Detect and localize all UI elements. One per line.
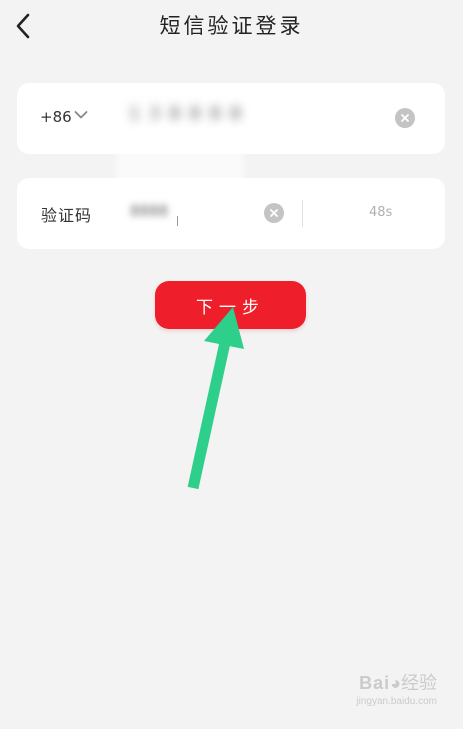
text-caret [177, 216, 178, 226]
watermark-brand: Bai [359, 673, 391, 693]
clear-circle-icon [401, 114, 409, 122]
sms-login-screen: 短信验证登录 +86 1 3 8 8 8 8 验证码 8888 48s 下一步 [0, 0, 463, 729]
clear-phone-button[interactable] [395, 108, 415, 128]
phone-number-field[interactable]: 1 3 8 8 8 8 [129, 104, 243, 134]
verification-code-field[interactable]: 8888 [130, 202, 168, 220]
next-step-button[interactable]: 下一步 [155, 281, 306, 329]
clear-code-button[interactable] [264, 203, 284, 223]
phone-input-card: +86 1 3 8 8 8 8 [17, 83, 445, 194]
watermark-url: jingyan.baidu.com [356, 696, 437, 707]
watermark-paw-icon: ◕ [390, 673, 401, 693]
watermark: Bai◕经验 jingyan.baidu.com [356, 669, 437, 707]
country-code[interactable]: +86 [40, 108, 72, 126]
divider [302, 200, 303, 227]
verification-code-label: 验证码 [41, 206, 93, 225]
watermark-brand-tail: 经验 [401, 673, 437, 693]
chevron-down-icon[interactable] [74, 110, 88, 120]
verification-code-card: 验证码 8888 48s [17, 178, 445, 249]
resend-countdown: 48s [369, 205, 393, 220]
clear-circle-icon [270, 209, 278, 217]
page-title: 短信验证登录 [159, 14, 304, 38]
